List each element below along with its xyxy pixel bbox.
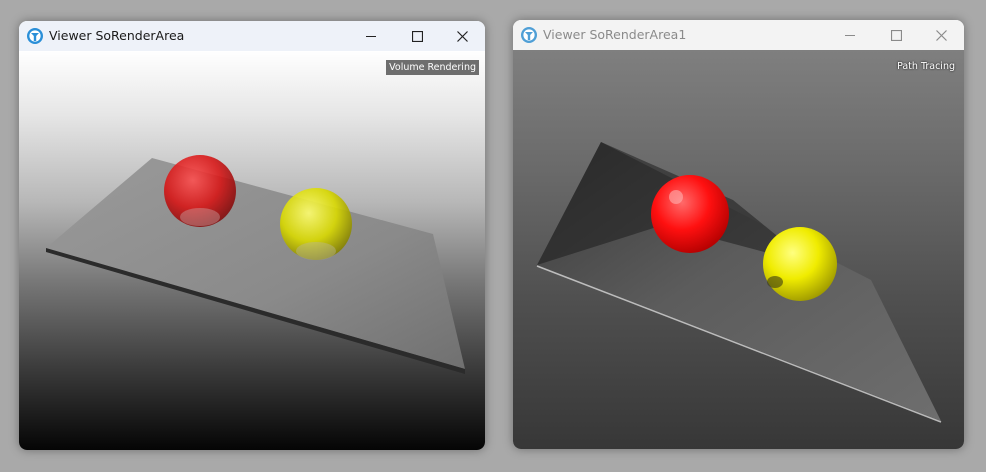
render-mode-label: Volume Rendering [386, 60, 479, 75]
red-sphere [164, 155, 236, 227]
close-icon [935, 29, 947, 41]
close-button[interactable] [439, 21, 485, 51]
close-icon [456, 30, 468, 42]
maximize-icon [890, 29, 902, 41]
window-title: Viewer SoRenderArea [49, 28, 185, 43]
minimize-button[interactable] [827, 20, 873, 50]
viewer-window-path-tracing: Viewer SoRenderArea1 Path Tracing [513, 20, 964, 449]
close-button[interactable] [918, 20, 964, 50]
window-title: Viewer SoRenderArea1 [543, 27, 687, 42]
render-viewport[interactable]: Path Tracing [513, 50, 964, 449]
render-mode-label: Path Tracing [897, 61, 955, 72]
render-viewport[interactable]: Volume Rendering [19, 51, 485, 450]
viewer-window-volume-rendering: Viewer SoRenderArea Volume Rendering [19, 21, 485, 450]
maximize-icon [411, 30, 423, 42]
scene-render [536, 142, 942, 423]
maximize-button[interactable] [394, 21, 440, 51]
title-bar[interactable]: Viewer SoRenderArea [19, 21, 485, 51]
red-sphere [651, 175, 729, 253]
minimize-icon [845, 35, 855, 36]
plane [46, 158, 465, 374]
minimize-button[interactable] [348, 21, 394, 51]
yellow-sphere [763, 227, 837, 301]
plane [536, 142, 942, 423]
maximize-button[interactable] [873, 20, 919, 50]
title-bar[interactable]: Viewer SoRenderArea1 [513, 20, 964, 50]
app-icon [521, 27, 537, 43]
yellow-sphere [280, 188, 352, 260]
minimize-icon [366, 36, 376, 37]
app-icon [27, 28, 43, 44]
scene-render [46, 155, 465, 374]
